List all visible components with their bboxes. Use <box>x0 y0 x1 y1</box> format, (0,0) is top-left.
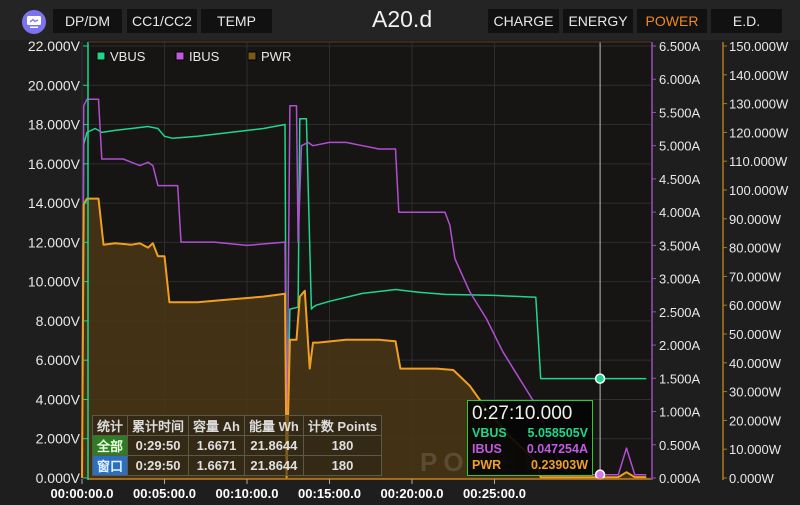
y-tick-label-current: 4.000A <box>659 205 701 220</box>
y-tick-label-voltage: 14.000V <box>28 195 81 211</box>
y-tick-label-power: 50.000W <box>729 327 782 342</box>
y-tick-label-voltage: 18.000V <box>28 117 81 133</box>
tooltip-value: 0.23903W <box>531 458 588 472</box>
tooltip-row-pwr: PWR 0.23903W <box>472 457 588 473</box>
stats-cell-wh: 21.8644 <box>243 435 304 456</box>
legend: VBUS IBUS PWR <box>96 49 291 64</box>
stats-header: 能量 Wh <box>243 415 304 436</box>
y-tick-label-power: 0.000W <box>729 471 775 486</box>
cursor-marker-ibus <box>594 469 606 480</box>
y-tick-label-power: 130.000W <box>729 97 789 112</box>
legend-swatch-vbus <box>96 51 106 61</box>
stats-cell-points: 180 <box>302 455 383 476</box>
y-tick-label-power: 110.000W <box>729 154 788 169</box>
tooltip-value: 5.058505V <box>527 426 588 440</box>
stats-header: 累计时间 <box>127 415 190 436</box>
stats-cell-wh: 21.8644 <box>243 455 304 476</box>
y-tick-label-power: 120.000W <box>729 125 789 140</box>
y-tick-label-power: 80.000W <box>729 241 782 256</box>
y-tick-label-voltage: 2.000V <box>36 431 81 447</box>
tooltip-value: 0.047254A <box>526 442 588 456</box>
y-tick-label-voltage: 10.000V <box>28 274 81 290</box>
stats-cell-time: 0:29:50 <box>127 435 190 456</box>
y-tick-label-current: 0.500A <box>659 438 701 453</box>
y-tick-label-voltage: 8.000V <box>36 313 81 329</box>
y-tick-label-current: 4.500A <box>659 172 701 187</box>
x-tick-label: 00:00:00.0 <box>51 486 114 501</box>
tooltip-label: PWR <box>472 458 502 472</box>
tooltip-row-ibus: IBUS 0.047254A <box>472 441 588 457</box>
y-tick-label-power: 140.000W <box>729 68 789 83</box>
tooltip-label: IBUS <box>472 442 502 456</box>
stats-cell-ah: 1.6671 <box>188 455 245 476</box>
legend-label-ibus: IBUS <box>189 49 220 64</box>
stats-cell-ah: 1.6671 <box>188 435 245 456</box>
y-tick-label-current: 5.000A <box>659 139 701 154</box>
y-tick-label-current: 2.500A <box>659 305 701 320</box>
y-tick-label-power: 10.000W <box>729 442 782 457</box>
stats-cell-time: 0:29:50 <box>127 455 190 476</box>
stats-header: 容量 Ah <box>188 415 245 436</box>
stats-window-button[interactable]: 窗口 <box>91 455 129 476</box>
y-tick-label-power: 60.000W <box>729 298 782 313</box>
x-tick-label: 00:10:00.0 <box>216 486 279 501</box>
y-tick-label-power: 40.000W <box>729 356 782 371</box>
y-tick-label-power: 30.000W <box>729 385 782 400</box>
y-tick-label-current: 5.500A <box>659 105 701 120</box>
legend-swatch-pwr <box>247 51 257 61</box>
x-tick-label: 00:05:00.0 <box>133 486 196 501</box>
y-tick-label-current: 2.000A <box>659 338 701 353</box>
y-tick-label-power: 20.000W <box>729 413 782 428</box>
y-tick-label-voltage: 12.000V <box>28 234 81 250</box>
tooltip-time: 0:27:10.000 <box>472 403 573 424</box>
x-tick-label: 00:15:00.0 <box>298 486 361 501</box>
stats-row-all: 全部 0:29:50 1.6671 21.8644 180 <box>91 435 383 456</box>
cursor-tooltip: 0:27:10.000 VBUS 5.058505V IBUS 0.047254… <box>467 400 593 476</box>
tooltip-row-vbus: VBUS 5.058505V <box>472 425 588 441</box>
y-tick-label-current: 3.500A <box>659 238 701 253</box>
y-tick-label-power: 100.000W <box>729 183 789 198</box>
stats-header-row: 统计 累计时间 容量 Ah 能量 Wh 计数 Points <box>91 415 383 436</box>
legend-swatch-ibus <box>175 51 185 61</box>
x-tick-label: 00:25:00.0 <box>463 486 526 501</box>
y-tick-label-power: 70.000W <box>729 269 782 284</box>
tooltip-label: VBUS <box>472 426 507 440</box>
y-tick-label-voltage: 4.000V <box>36 391 81 407</box>
y-tick-label-current: 0.000A <box>659 471 701 486</box>
stats-all-button[interactable]: 全部 <box>91 435 129 456</box>
y-tick-label-voltage: 6.000V <box>36 352 81 368</box>
y-tick-label-voltage: 20.000V <box>28 77 81 93</box>
y-tick-label-power: 90.000W <box>729 212 782 227</box>
y-tick-label-power: 150.000W <box>729 39 789 54</box>
legend-label-pwr: PWR <box>261 49 291 64</box>
legend-label-vbus: VBUS <box>110 49 146 64</box>
y-tick-label-voltage: 16.000V <box>28 156 81 172</box>
y-tick-label-current: 6.500A <box>659 39 701 54</box>
stats-cell-points: 180 <box>302 435 383 456</box>
x-tick-label: 00:20:00.0 <box>381 486 444 501</box>
stats-row-window: 窗口 0:29:50 1.6671 21.8644 180 <box>91 455 383 476</box>
y-tick-label-current: 3.000A <box>659 272 701 287</box>
stats-header: 统计 <box>91 415 129 436</box>
stats-table: 统计 累计时间 容量 Ah 能量 Wh 计数 Points 全部 0:29:50… <box>91 415 383 476</box>
stats-header: 计数 Points <box>302 415 383 436</box>
y-tick-label-current: 1.000A <box>659 405 701 420</box>
y-tick-label-voltage: 0.000V <box>36 470 81 486</box>
y-tick-label-current: 1.500A <box>659 371 701 386</box>
cursor-marker-vbus <box>594 373 606 384</box>
y-tick-label-voltage: 22.000V <box>28 38 81 54</box>
y-tick-label-current: 6.000A <box>659 72 701 87</box>
